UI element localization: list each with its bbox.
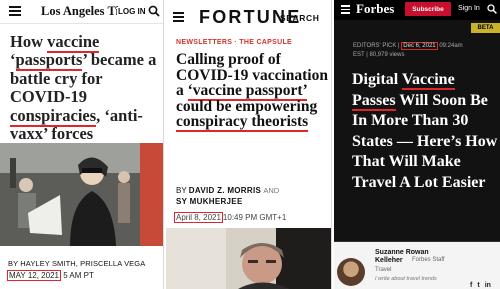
byline: BY HAYLEY SMITH, PRISCELLA VEGA	[8, 259, 146, 268]
search-icon[interactable]	[148, 5, 160, 17]
author-link[interactable]: DAVID Z. MORRIS	[189, 186, 261, 195]
forbes-logo[interactable]: Forbes	[356, 1, 394, 17]
avatar[interactable]	[337, 258, 365, 286]
article-video-still[interactable]	[166, 228, 331, 289]
signin-link[interactable]: Sign In	[458, 5, 480, 12]
publish-time: 09:24am	[439, 43, 463, 49]
fortune-header: FORTUNE SEARCH	[166, 0, 331, 34]
article-views: EST | 80,979 views	[353, 52, 405, 58]
author-blurb: I write about travel trends	[375, 276, 437, 282]
author-role: Forbes Staff	[412, 257, 445, 263]
article-meta: EDITORS' PICK | Dec 6, 2021 09:24am	[353, 42, 463, 50]
author-topic[interactable]: Travel	[375, 267, 391, 273]
latimes-panel: Los Angeles Times LOG IN How vaccine ‘pa…	[0, 0, 164, 289]
section-kicker[interactable]: NEWSLETTERS · THE CAPSULE	[176, 39, 292, 46]
highlight-conspiracy-theorists: conspiracy theorists	[176, 113, 309, 133]
fortune-panel: FORTUNE SEARCH NEWSLETTERS · THE CAPSULE…	[166, 0, 332, 289]
publish-date-highlight: Dec 6, 2021	[401, 42, 438, 50]
forbes-header: Forbes Subscribe Sign In	[334, 0, 500, 20]
latimes-header: Los Angeles Times LOG IN	[0, 0, 163, 24]
author-link[interactable]: SY MUKHERJEE	[176, 197, 243, 206]
search-icon[interactable]	[487, 4, 497, 14]
article-headline: How vaccine ‘passports’ became a battle …	[10, 32, 157, 144]
author-card: Suzanne Rowan Kelleher Forbes Staff Trav…	[334, 242, 500, 289]
dateline: MAY 12, 2021 5 AM PT	[7, 270, 94, 281]
menu-icon[interactable]	[341, 5, 350, 14]
menu-icon[interactable]	[9, 6, 21, 16]
linkedin-icon[interactable]: in	[485, 282, 491, 289]
forbes-panel: Forbes Subscribe Sign In BETA EDITORS' P…	[334, 0, 500, 289]
protest-photo	[0, 143, 163, 246]
dateline: April 8, 2021 10:49 PM GMT+1	[174, 212, 287, 223]
beta-badge: BETA	[471, 23, 500, 33]
publish-date-highlight: MAY 12, 2021	[7, 270, 61, 281]
social-share: f t in	[470, 282, 491, 289]
publish-date-highlight: April 8, 2021	[174, 212, 223, 223]
publish-time: 5 AM PT	[63, 271, 94, 280]
article-headline: Calling proof of COVID-19 vaccination a …	[176, 51, 328, 133]
twitter-icon[interactable]: t	[477, 282, 479, 289]
menu-icon[interactable]	[173, 12, 184, 22]
byline: BY DAVID Z. MORRIS AND SY MUKHERJEE	[176, 186, 280, 206]
login-link[interactable]: LOG IN	[117, 7, 147, 16]
publish-time: 10:49 PM GMT+1	[222, 213, 287, 222]
subscribe-button[interactable]: Subscribe	[405, 2, 451, 16]
search-link[interactable]: SEARCH	[280, 13, 320, 23]
article-headline: Digital Vaccine Passes Will Soon Be In M…	[352, 71, 498, 191]
facebook-icon[interactable]: f	[470, 282, 472, 289]
